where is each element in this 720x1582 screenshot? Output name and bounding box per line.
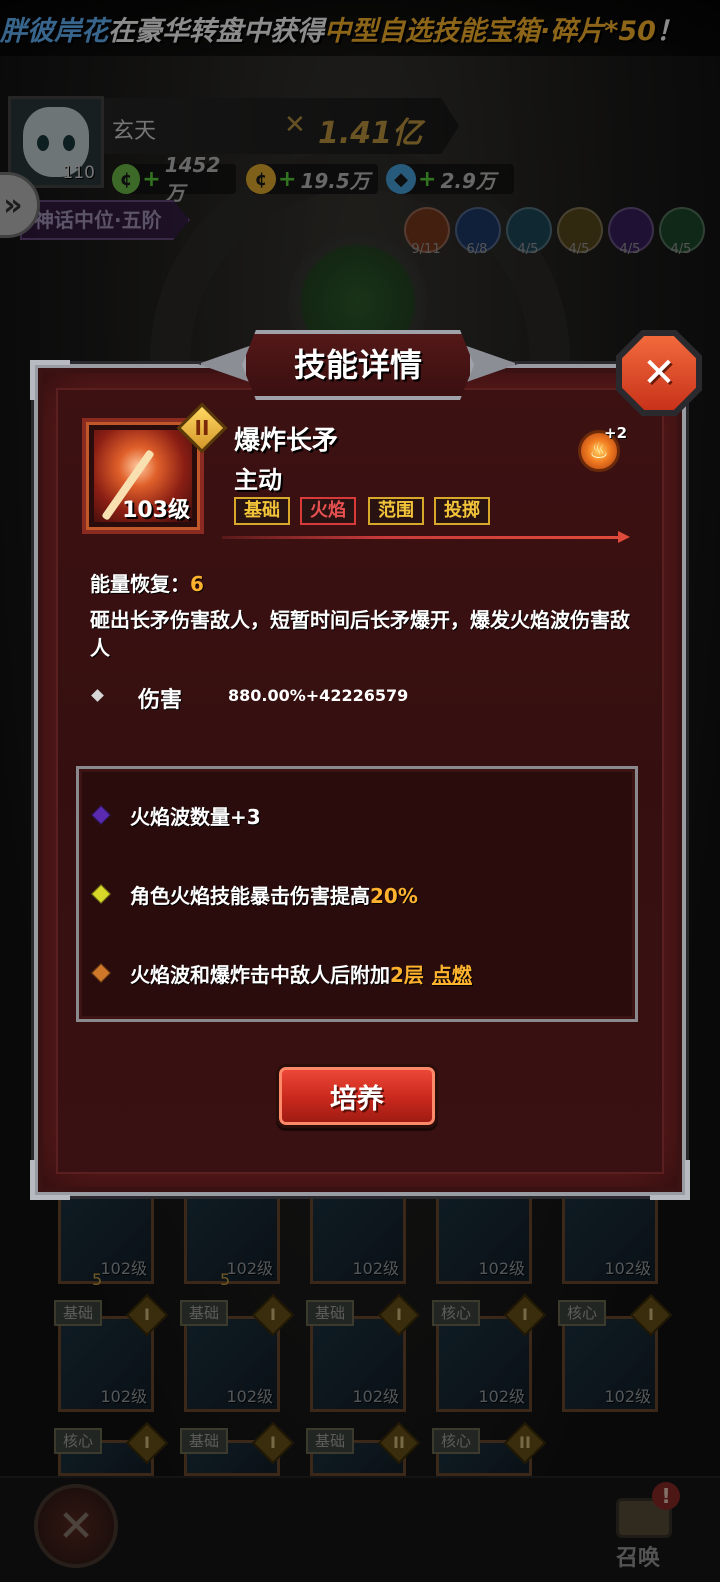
plus-icon: + (142, 166, 161, 192)
energy-value: 6 (190, 572, 204, 596)
skill-level: 102级 (478, 1387, 525, 1406)
effect-highlight: 2层 (390, 962, 424, 987)
effect-row: 角色火焰技能暴击伤害提高20% (91, 879, 418, 909)
gold-coin-icon: ¢ (246, 164, 276, 194)
element-count: 4/5 (619, 242, 641, 257)
skill-tag: 核心 (558, 1300, 606, 1326)
effect-row: 火焰波数量+3 (91, 800, 261, 830)
skill-level: 102级 (352, 1387, 399, 1406)
skill-card[interactable]: 102级 (436, 1316, 532, 1412)
skill-tag: 核心 (54, 1428, 102, 1454)
energy-recovery: 能量恢复：6 (90, 568, 204, 597)
marquee-player: 胖彼岸花 (0, 15, 108, 47)
skill-tag: 投掷 (434, 497, 490, 525)
crossed-swords-icon: ✕ (284, 110, 306, 140)
green-coin-icon: ¢ (112, 164, 141, 194)
skill-tag: 基础 (180, 1428, 228, 1454)
player-name: 玄天 (112, 119, 157, 144)
skill-level: 103级 (122, 498, 190, 523)
skill-description: 砸出长矛伤害敌人，短暂时间后长矛爆开，爆发火焰波伤害敌人 (90, 608, 630, 660)
skill-tag: 核心 (432, 1300, 480, 1326)
skill-tag: 基础 (306, 1428, 354, 1454)
skill-tag: 基础 (306, 1300, 354, 1326)
skill-card[interactable]: 102级 (184, 1188, 280, 1284)
skill-level: 102级 (226, 1259, 273, 1278)
orange-diamond-icon (91, 963, 111, 983)
marquee-exclaim: ！ (655, 15, 683, 47)
resource-value: 19.5万 (300, 168, 370, 193)
skill-card[interactable]: 102级 (562, 1316, 658, 1412)
effect-highlight: 20% (370, 883, 418, 908)
skill-card[interactable]: 102级 (184, 1316, 280, 1412)
element-count: 4/5 (568, 242, 590, 257)
frame-corner (30, 360, 70, 400)
effect-row: 火焰波和爆炸击中敌人后附加2层 点燃 (91, 958, 472, 988)
ignite-link[interactable]: 点燃 (432, 963, 472, 987)
element-count: 9/11 (411, 242, 441, 257)
skill-card[interactable]: 102级 (310, 1316, 406, 1412)
effect-text: 角色火焰技能暴击伤害提高20% (130, 883, 418, 908)
element-bonus: +2 (604, 424, 628, 442)
skill-card[interactable]: 102级 (58, 1188, 154, 1284)
skill-tag: 基础 (180, 1300, 228, 1326)
plus-icon: + (418, 166, 437, 192)
element-count: 4/5 (517, 242, 539, 257)
element-count: 4/5 (670, 242, 692, 257)
player-level: 110 (62, 163, 95, 183)
bottom-close-button[interactable]: ✕ (34, 1484, 118, 1568)
alert-badge: ! (652, 1482, 680, 1510)
element-count: 6/8 (466, 242, 488, 257)
train-button[interactable]: 培养 (276, 1064, 438, 1128)
resource-value: 2.9万 (440, 168, 496, 193)
skill-tag: 基础 (234, 497, 290, 525)
avatar[interactable]: 110 (8, 96, 104, 188)
skill-card[interactable]: 102级 (58, 1316, 154, 1412)
energy-label: 能量恢复： (90, 572, 190, 596)
broadcast-marquee: 胖彼岸花 在豪华转盘中获得 中型自选技能宝箱·碎片*50！ (0, 0, 720, 56)
frame-corner (30, 1160, 70, 1200)
skill-tag: 范围 (368, 497, 424, 525)
rank-numeral: II (194, 416, 210, 440)
skill-name: 爆炸长矛 (234, 426, 339, 456)
star-count: 5 (92, 1270, 103, 1289)
frame-corner (650, 1160, 690, 1200)
resource-crystal: ◆ + 2.9万 (386, 164, 514, 194)
skill-level: 102级 (604, 1259, 651, 1278)
resource-green: ¢ + 1452万 (112, 153, 236, 205)
modal-title-plate: 技能详情 (198, 316, 518, 412)
modal-title: 技能详情 (293, 346, 422, 384)
star-count: 5 (220, 1270, 231, 1289)
skill-tag-fire: 火焰 (300, 497, 356, 525)
skill-level: 102级 (352, 1259, 399, 1278)
blue-crystal-icon: ◆ (386, 164, 416, 194)
effect-text: 火焰波数量+3 (130, 804, 261, 829)
marquee-prize: 中型自选技能宝箱·碎片*50 (324, 15, 656, 47)
purple-diamond-icon (91, 805, 111, 825)
damage-value: 880.00%+42226579 (228, 686, 409, 705)
skill-tag: 基础 (54, 1300, 102, 1326)
marquee-text: 在豪华转盘中获得 (108, 15, 324, 47)
summon-label: 召唤 (616, 1546, 661, 1571)
skill-level: 102级 (100, 1259, 147, 1278)
divider-arrow (222, 531, 630, 543)
skill-level: 102级 (478, 1259, 525, 1278)
rank-badge[interactable]: 神话中位·五阶 (20, 200, 190, 240)
yellow-diamond-icon (91, 884, 111, 904)
skill-card[interactable]: 102级 (562, 1188, 658, 1284)
skill-level: 102级 (100, 1387, 147, 1406)
damage-label: 伤害 (138, 688, 183, 713)
resource-gold: ¢ + 19.5万 (246, 164, 378, 194)
summon-button[interactable]: ! 召唤 (600, 1482, 690, 1571)
skill-tag: 核心 (432, 1428, 480, 1454)
skill-card[interactable]: 102级 (310, 1188, 406, 1284)
skill-level: 102级 (604, 1387, 651, 1406)
combat-power: 1.41亿 (318, 116, 423, 151)
plus-icon: + (278, 166, 297, 192)
skill-level: 102级 (226, 1387, 273, 1406)
resource-value: 1452万 (164, 152, 221, 205)
skill-type: 主动 (234, 466, 282, 494)
skill-card[interactable]: 102级 (436, 1188, 532, 1284)
effect-text: 火焰波和爆炸击中敌人后附加2层 点燃 (130, 962, 472, 987)
